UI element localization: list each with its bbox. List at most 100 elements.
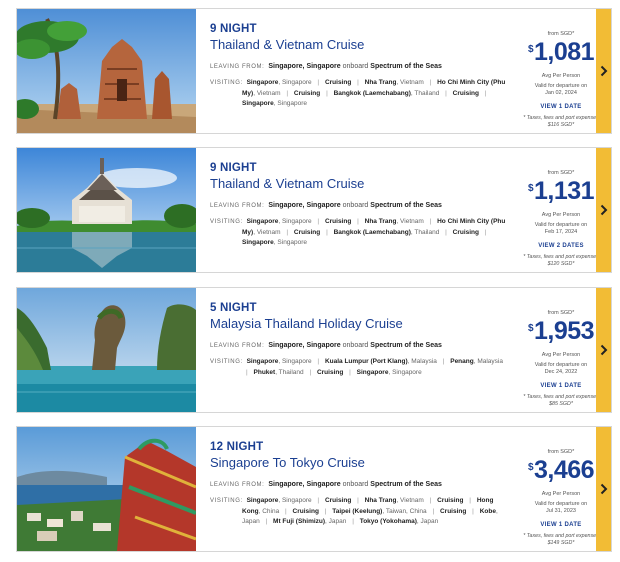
stop-location: , Singapore bbox=[273, 239, 308, 246]
stop-separator: | bbox=[429, 79, 432, 86]
price-amount: $3,466 bbox=[522, 457, 600, 483]
stop-separator: | bbox=[326, 228, 328, 236]
cruise-title[interactable]: Thailand & Vietnam Cruise bbox=[210, 176, 510, 191]
stop-separator: | bbox=[484, 89, 487, 97]
valid-text: Valid for departure on Jul 31, 2023 bbox=[522, 501, 600, 515]
stop-separator: | bbox=[445, 228, 447, 236]
departure-date: Jul 31, 2023 bbox=[546, 508, 576, 514]
visiting-label: VISITING: bbox=[210, 498, 243, 504]
valid-label: Valid for departure on bbox=[534, 362, 588, 368]
currency-symbol: $ bbox=[527, 462, 534, 473]
stop-separator: | bbox=[309, 368, 312, 376]
stop-separator: | bbox=[317, 218, 320, 225]
itinerary-stop: Cruising bbox=[453, 90, 479, 97]
stop-name: Cruising bbox=[292, 507, 319, 515]
stop-name: Phuket bbox=[253, 368, 276, 376]
stop-location: , Vietnam bbox=[396, 497, 424, 504]
stop-separator: | bbox=[442, 358, 445, 365]
next-arrow-button[interactable] bbox=[596, 148, 611, 272]
chevron-right-icon bbox=[600, 344, 607, 356]
stop-separator: | bbox=[326, 89, 328, 97]
stop-name: Singapore bbox=[242, 100, 274, 107]
itinerary-stop: Cruising bbox=[294, 90, 320, 97]
next-arrow-button[interactable] bbox=[596, 427, 611, 551]
stop-name: Kobe bbox=[479, 507, 496, 515]
stop-name: Nha Trang bbox=[364, 218, 397, 225]
stop-name: Mt Fuji (Shimizu) bbox=[273, 518, 326, 525]
itinerary-stop: Singapore, Singapore bbox=[242, 100, 307, 107]
itinerary-stop: Penang, Malaysia bbox=[450, 358, 503, 365]
stop-location: , China bbox=[258, 507, 280, 515]
cruise-photo[interactable] bbox=[17, 148, 196, 272]
stop-separator: | bbox=[472, 507, 474, 515]
view-dates-link[interactable]: VIEW 1 DATE bbox=[522, 522, 600, 528]
ship-name: Spectrum of the Seas bbox=[370, 63, 442, 70]
nights-label: 9 NIGHT bbox=[210, 23, 257, 35]
stop-separator: | bbox=[286, 228, 289, 236]
stop-name: Penang bbox=[450, 358, 474, 365]
visiting-label: VISITING: bbox=[210, 359, 243, 365]
stop-name: Cruising bbox=[324, 497, 352, 504]
stops-list: Singapore, Singapore | Cruising | Nha Tr… bbox=[242, 497, 498, 525]
cruise-card[interactable]: 5 NIGHT Malaysia Thailand Holiday Cruise… bbox=[16, 287, 612, 413]
stop-name: Cruising bbox=[324, 79, 352, 86]
view-dates-link[interactable]: VIEW 1 DATE bbox=[522, 104, 600, 110]
cruise-photo[interactable] bbox=[17, 427, 196, 551]
stop-location: , Thailand bbox=[410, 228, 440, 236]
cruise-card[interactable]: 9 NIGHT Thailand & Vietnam Cruise LEAVIN… bbox=[16, 147, 612, 273]
price-panel: from SGD* $1,953 Avg Per Person Valid fo… bbox=[522, 288, 600, 412]
onboard-word: onboard bbox=[342, 202, 369, 209]
itinerary-stop: Cruising bbox=[440, 508, 466, 515]
nights-label: 9 NIGHT bbox=[210, 162, 257, 174]
stop-name: Nha Trang bbox=[364, 79, 397, 86]
stop-separator: | bbox=[352, 518, 354, 525]
currency-symbol: $ bbox=[527, 44, 534, 55]
currency-symbol: $ bbox=[527, 323, 534, 334]
price-value: 1,131 bbox=[534, 177, 595, 205]
stop-name: Singapore bbox=[356, 368, 389, 376]
nights-label: 5 NIGHT bbox=[210, 302, 257, 314]
stop-location: , Singapore bbox=[278, 218, 312, 225]
cruise-title[interactable]: Malaysia Thailand Holiday Cruise bbox=[210, 316, 510, 331]
cruise-photo[interactable] bbox=[17, 288, 196, 412]
valid-label: Valid for departure on bbox=[534, 222, 588, 228]
stop-separator: | bbox=[317, 79, 320, 86]
itinerary-stop: Singapore, Singapore bbox=[247, 218, 312, 225]
cruise-photo[interactable] bbox=[17, 9, 196, 133]
visiting-label: VISITING: bbox=[210, 219, 243, 225]
stop-location: , Singapore bbox=[278, 79, 312, 86]
price-basis: Avg Per Person bbox=[541, 491, 581, 497]
nights-label: 12 NIGHT bbox=[210, 441, 264, 453]
view-dates-link[interactable]: VIEW 2 DATES bbox=[522, 243, 600, 249]
ship-name: Spectrum of the Seas bbox=[370, 481, 442, 488]
stop-name: Bangkok (Laemchabang) bbox=[333, 89, 411, 97]
view-dates-link[interactable]: VIEW 1 DATE bbox=[522, 383, 600, 389]
fees-note: * Taxes, fees and port expenses $120 SGD… bbox=[523, 254, 599, 267]
next-arrow-button[interactable] bbox=[596, 288, 611, 412]
chevron-right-icon bbox=[600, 65, 607, 77]
price-amount: $1,131 bbox=[522, 178, 600, 204]
stop-location: , Singapore bbox=[273, 100, 308, 107]
stops-list: Singapore, Singapore | Cruising | Nha Tr… bbox=[242, 79, 505, 107]
itinerary-stop: Nha Trang, Vietnam bbox=[365, 218, 424, 225]
stop-location: , Japan bbox=[416, 518, 439, 525]
stop-separator: | bbox=[432, 507, 435, 515]
stop-name: Singapore bbox=[246, 218, 279, 225]
itinerary-stop: Singapore, Singapore bbox=[247, 358, 312, 365]
stop-location: , Singapore bbox=[278, 497, 312, 504]
fees-note: * Taxes, fees and port expenses $85 SGD* bbox=[523, 394, 599, 407]
cruise-title[interactable]: Thailand & Vietnam Cruise bbox=[210, 37, 510, 52]
next-arrow-button[interactable] bbox=[596, 9, 611, 133]
stop-separator: | bbox=[349, 368, 351, 376]
itinerary-stop: Singapore, Singapore bbox=[357, 369, 422, 376]
cruise-title[interactable]: Singapore To Tokyo Cruise bbox=[210, 455, 510, 470]
stop-location: , Singapore bbox=[388, 368, 422, 376]
currency-symbol: $ bbox=[527, 183, 534, 194]
cruise-card[interactable]: 9 NIGHT Thailand & Vietnam Cruise LEAVIN… bbox=[16, 8, 612, 134]
stop-location: , Malaysia bbox=[473, 358, 503, 365]
price-amount: $1,081 bbox=[522, 39, 600, 65]
cruise-card[interactable]: 12 NIGHT Singapore To Tokyo Cruise LEAVI… bbox=[16, 426, 612, 552]
stop-separator: | bbox=[429, 218, 432, 225]
itinerary-stop: Cruising bbox=[294, 229, 320, 236]
stop-name: Singapore bbox=[246, 79, 279, 86]
